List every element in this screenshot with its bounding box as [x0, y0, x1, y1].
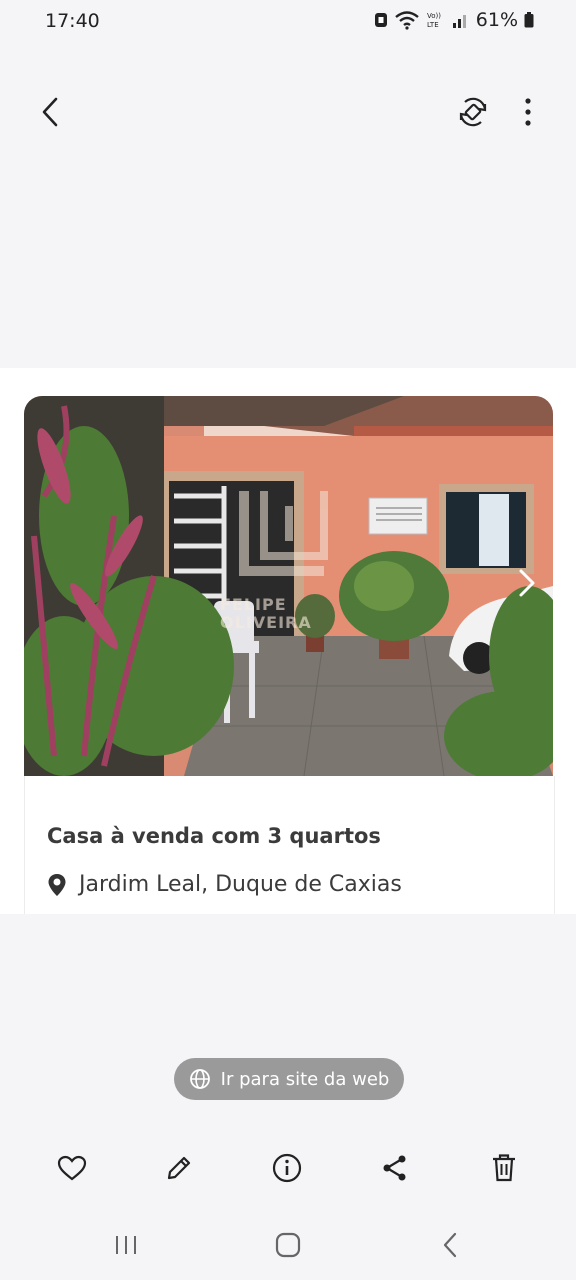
- listing-photo[interactable]: FELIPE OLIVEIRA: [24, 396, 553, 776]
- back-button[interactable]: [30, 92, 70, 132]
- status-time: 17:40: [45, 10, 100, 32]
- favorite-heart-icon: [57, 1155, 87, 1181]
- data-saver-icon: [374, 13, 387, 27]
- share-button[interactable]: [373, 1146, 417, 1190]
- photo-watermark-text: FELIPE OLIVEIRA: [220, 595, 312, 632]
- listing-location-text: Jardim Leal, Duque de Caxias: [79, 872, 402, 897]
- home-icon: [275, 1232, 301, 1258]
- edit-pencil-icon: [167, 1156, 191, 1180]
- status-icons: Vo)) LTE 61%: [374, 9, 534, 31]
- rotate-icon: [459, 97, 487, 127]
- delete-button[interactable]: [482, 1146, 526, 1190]
- signal-icon: [452, 15, 466, 28]
- svg-text:LTE: LTE: [427, 21, 439, 29]
- listing-location: Jardim Leal, Duque de Caxias: [47, 872, 402, 897]
- go-to-website-button[interactable]: Ir para site da web: [174, 1058, 404, 1100]
- rotate-button[interactable]: [452, 92, 494, 132]
- svg-text:Vo)): Vo)): [427, 12, 441, 20]
- battery-icon: [524, 12, 534, 28]
- recent-apps-button[interactable]: [104, 1226, 148, 1264]
- favorite-button[interactable]: [50, 1146, 94, 1190]
- back-arrow-icon: [42, 97, 58, 127]
- globe-icon: [189, 1069, 210, 1089]
- status-bar: 17:40 Vo)) LTE 61%: [0, 0, 576, 44]
- share-icon: [383, 1155, 406, 1181]
- more-options-icon: [525, 98, 531, 126]
- edit-button[interactable]: [157, 1146, 201, 1190]
- recent-apps-icon: [116, 1236, 136, 1254]
- house-photo-illustration: [24, 396, 553, 776]
- top-bar: [0, 80, 576, 144]
- info-button[interactable]: [265, 1146, 309, 1190]
- volte-icon: Vo))LTE: [427, 12, 441, 29]
- delete-trash-icon: [493, 1154, 515, 1182]
- location-pin-icon: [48, 873, 66, 896]
- action-bar: [0, 1140, 576, 1196]
- go-to-website-label: Ir para site da web: [220, 1068, 390, 1090]
- next-photo-button[interactable]: [509, 561, 545, 605]
- more-options-button[interactable]: [512, 92, 544, 132]
- home-button[interactable]: [266, 1226, 310, 1264]
- nav-back-button[interactable]: [428, 1226, 472, 1264]
- back-icon: [443, 1232, 457, 1258]
- listing-title: Casa à venda com 3 quartos: [47, 824, 381, 848]
- info-icon: [272, 1153, 302, 1183]
- navigation-bar: [0, 1220, 576, 1270]
- wifi-icon: [395, 11, 419, 30]
- listing-info[interactable]: Casa à venda com 3 quartos Jardim Leal, …: [24, 776, 555, 914]
- chevron-right-icon: [519, 569, 535, 597]
- battery-percentage: 61%: [475, 9, 518, 31]
